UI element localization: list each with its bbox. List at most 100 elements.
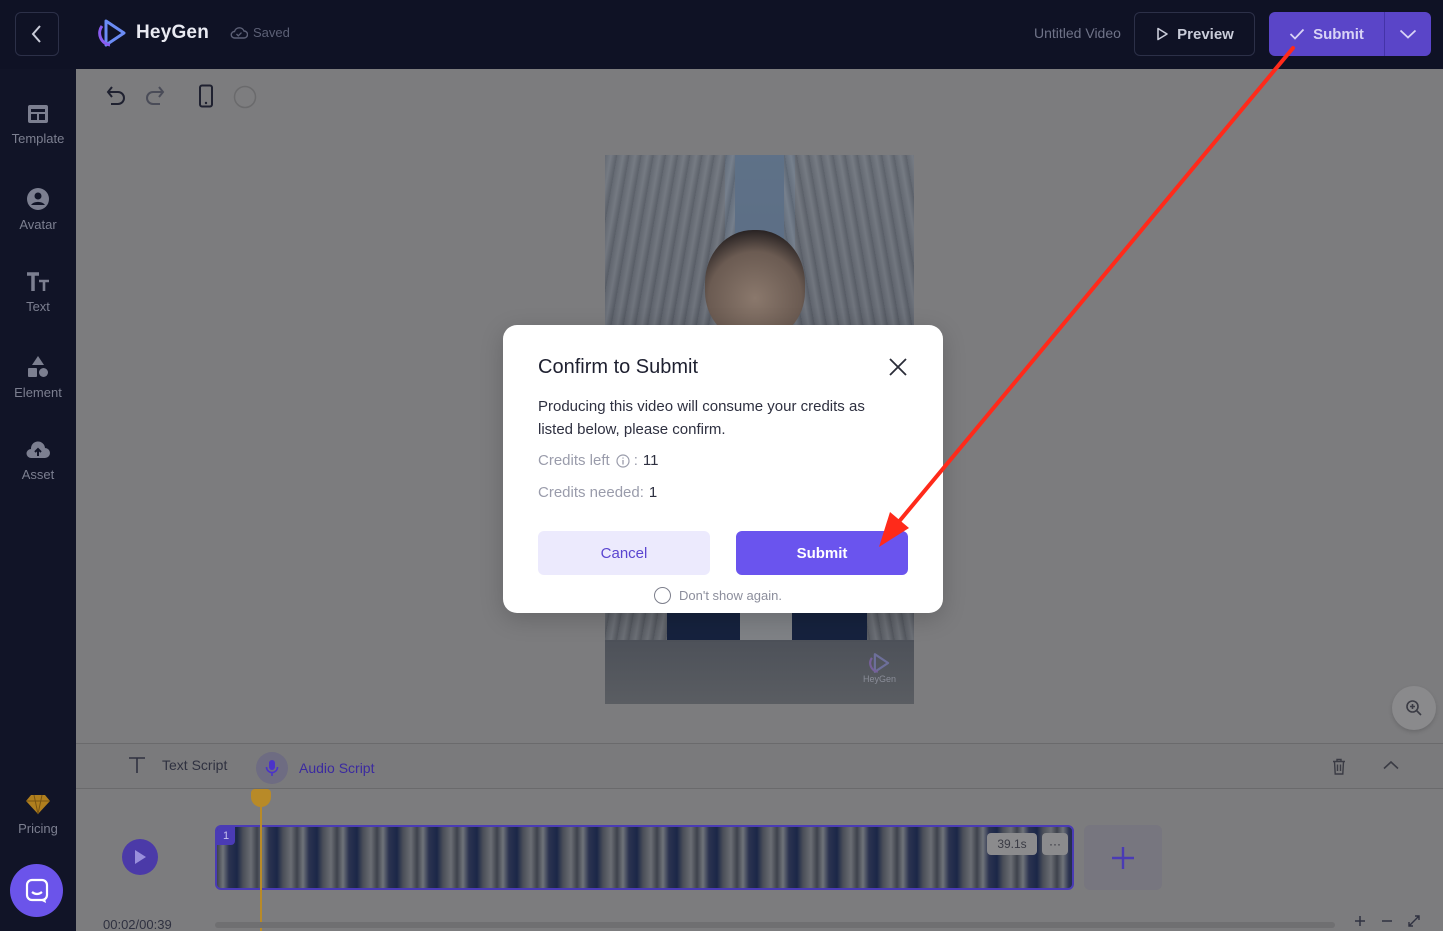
dont-show-again-option[interactable]: Don't show again.	[654, 587, 782, 604]
credits-left-value: 11	[642, 452, 659, 469]
submit-options-button[interactable]	[1385, 12, 1431, 56]
redo-icon	[146, 86, 165, 105]
add-scene-button[interactable]	[1084, 825, 1162, 890]
scene-clip[interactable]: 1 39.1s ···	[215, 825, 1074, 890]
diamond-icon	[26, 794, 50, 815]
sidebar-item-label: Asset	[21, 467, 55, 482]
sidebar-item-template[interactable]: Template	[0, 103, 76, 163]
close-icon	[889, 358, 907, 376]
dont-show-radio[interactable]	[654, 587, 671, 604]
scene-index: 1	[217, 827, 235, 845]
aspect-ratio-button[interactable]	[196, 84, 216, 113]
undo-button[interactable]	[105, 84, 127, 111]
trash-icon	[1333, 758, 1345, 775]
video-title[interactable]: Untitled Video	[1034, 25, 1121, 41]
zoom-in-icon	[1406, 700, 1422, 716]
tab-text-label: Text Script	[162, 757, 228, 773]
pricing-label: Pricing	[18, 821, 58, 836]
time-readout: 00:02/00:39	[103, 917, 172, 931]
saved-label: Saved	[253, 25, 290, 40]
background-color-button[interactable]	[233, 85, 257, 114]
playhead-handle[interactable]	[251, 789, 271, 807]
timeline-zoom-out-button[interactable]	[1381, 914, 1393, 930]
element-icon	[28, 356, 48, 377]
credits-needed-label: Credits needed:	[538, 484, 644, 501]
tab-audio-script[interactable]: Audio Script	[256, 752, 374, 784]
confirm-submit-dialog: Confirm to Submit Producing this video w…	[503, 325, 943, 613]
sidebar-item-pricing[interactable]: Pricing	[0, 793, 76, 853]
timeline: 1 39.1s ··· 00:02/00:39	[76, 789, 1443, 931]
chevron-down-icon	[1399, 29, 1417, 39]
chat-support-button[interactable]	[10, 864, 63, 917]
color-circle-icon	[233, 85, 257, 109]
collapse-panel-button[interactable]	[1382, 758, 1400, 776]
avatar-head	[705, 230, 805, 340]
dialog-title: Confirm to Submit	[538, 356, 699, 378]
chevron-up-icon	[1383, 760, 1399, 770]
chevron-left-icon	[31, 25, 41, 43]
phone-portrait-icon	[199, 84, 213, 108]
fit-icon	[1408, 915, 1420, 927]
preview-label: Preview	[1177, 25, 1234, 43]
text-t-icon	[129, 757, 145, 773]
tab-audio-label: Audio Script	[299, 760, 375, 776]
sidebar-item-label: Text	[26, 299, 50, 314]
heygen-logo[interactable]: HeyGen	[98, 18, 209, 48]
timeline-zoom-in-button[interactable]	[1354, 914, 1366, 930]
cloud-icon	[230, 27, 248, 39]
sidebar-item-asset[interactable]: Asset	[0, 439, 76, 499]
sidebar-item-element[interactable]: Element	[0, 355, 76, 415]
plus-icon	[1112, 846, 1134, 869]
submit-button-top[interactable]: Submit	[1269, 12, 1385, 56]
sidebar-item-label: Avatar	[19, 217, 57, 232]
timeline-fit-button[interactable]	[1408, 914, 1420, 930]
submit-button[interactable]: Submit	[736, 531, 908, 575]
brand-name: HeyGen	[136, 22, 210, 43]
info-icon[interactable]	[616, 453, 630, 468]
credits-needed-value: 1	[648, 484, 658, 501]
tab-text-script[interactable]: Text Script	[128, 756, 227, 774]
sidebar-item-text[interactable]: Text	[0, 271, 76, 331]
top-bar: HeyGen Saved Untitled Video Preview Subm…	[0, 0, 1443, 69]
asset-icon	[26, 441, 50, 458]
play-button[interactable]	[122, 839, 158, 875]
back-button[interactable]	[15, 12, 59, 56]
chat-icon	[25, 878, 48, 903]
play-outline-icon	[1157, 27, 1168, 41]
heygen-watermark-icon	[868, 653, 889, 673]
close-dialog-button[interactable]	[888, 357, 908, 377]
avatar-icon	[27, 188, 49, 210]
scene-duration: 39.1s	[987, 833, 1037, 855]
play-icon	[135, 850, 146, 864]
sidebar-item-label: Element	[14, 385, 62, 400]
sidebar-item-label: Template	[11, 131, 65, 146]
script-bar: Text Script Audio Script	[76, 743, 1443, 789]
undo-icon	[106, 86, 125, 105]
text-icon	[27, 272, 49, 291]
credits-left-separator: :	[633, 452, 638, 469]
mic-badge	[256, 752, 288, 784]
timeline-scrollbar[interactable]	[215, 922, 1335, 928]
heygen-logo-icon	[98, 19, 126, 47]
check-icon	[1289, 28, 1305, 40]
template-icon	[28, 105, 48, 123]
submit-top-label: Submit	[1313, 25, 1364, 43]
dont-show-label: Don't show again.	[679, 588, 782, 603]
submit-split-button: Submit	[1269, 12, 1431, 56]
credits-left-row: Credits left : 11	[538, 452, 658, 469]
sidebar: Template Avatar Text Element Asset Prici…	[0, 69, 76, 931]
watermark-text: HeyGen	[863, 674, 897, 684]
delete-scene-button[interactable]	[1332, 758, 1346, 780]
cancel-button[interactable]: Cancel	[538, 531, 710, 575]
credits-left-label: Credits left	[538, 452, 610, 469]
saved-status: Saved	[230, 25, 290, 40]
sidebar-item-avatar[interactable]: Avatar	[0, 187, 76, 247]
microphone-icon	[265, 760, 279, 776]
credits-needed-row: Credits needed: 1	[538, 484, 657, 501]
watermark: HeyGen	[863, 652, 896, 684]
redo-button[interactable]	[144, 84, 166, 111]
scene-more-button[interactable]: ···	[1042, 833, 1068, 855]
dialog-message: Producing this video will consume your c…	[538, 398, 865, 438]
zoom-button[interactable]	[1392, 686, 1436, 730]
preview-button[interactable]: Preview	[1134, 12, 1255, 56]
